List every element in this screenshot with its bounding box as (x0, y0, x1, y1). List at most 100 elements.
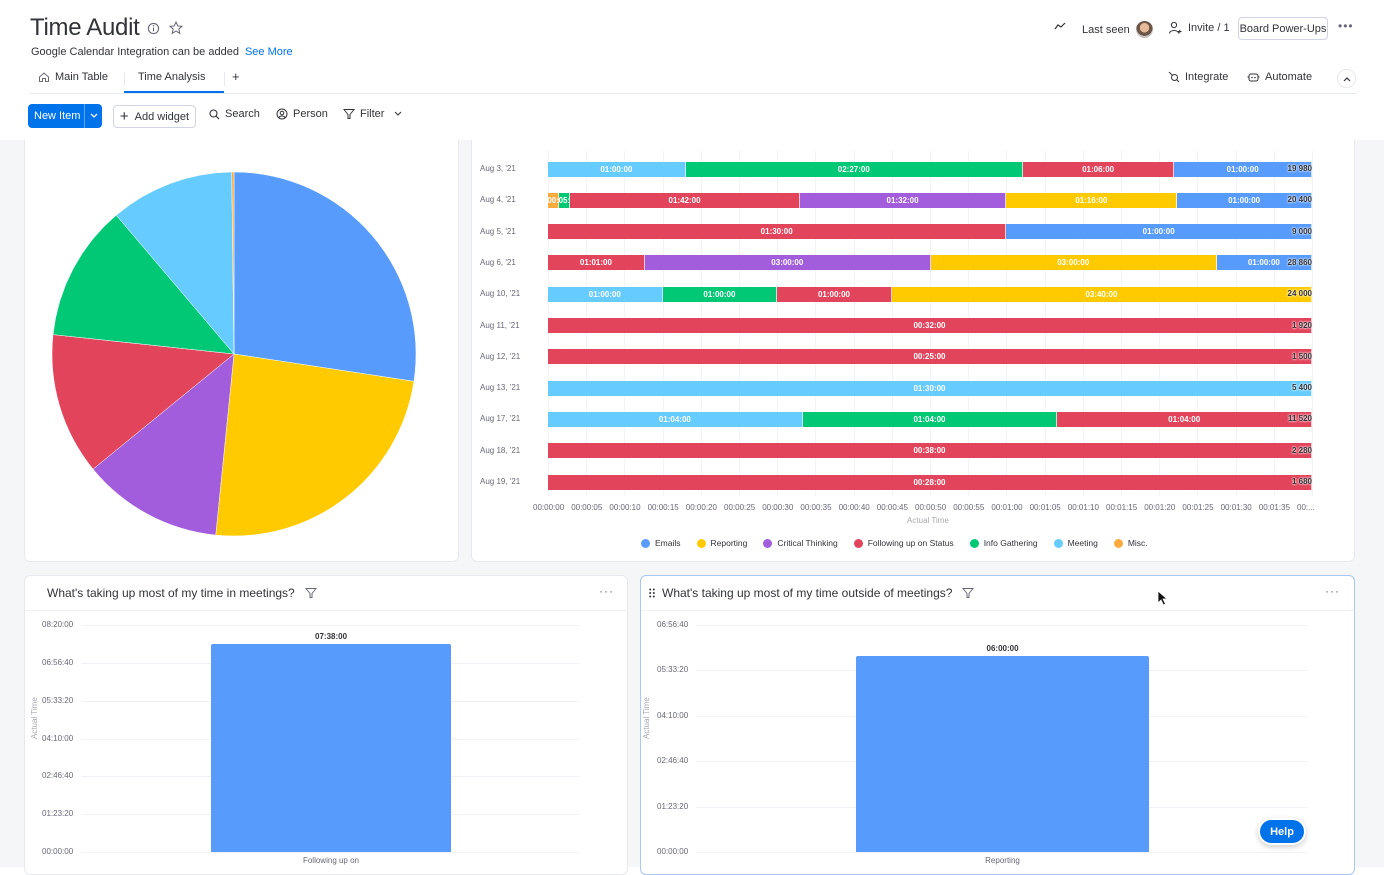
bar-segment[interactable]: 01:16:00 (1006, 192, 1178, 208)
bar-segment[interactable]: 01:04:00 (802, 411, 1058, 427)
bar-segment[interactable]: 01:00:00 (1006, 224, 1312, 240)
row-total-label: 1 680 (1291, 477, 1312, 486)
bar-segment[interactable]: 01:06:00 (1022, 161, 1175, 177)
bar-segment[interactable]: 05: (559, 192, 571, 208)
legend-item[interactable]: Reporting (696, 538, 747, 548)
legend-label: Meeting (1067, 538, 1098, 548)
bar-segment[interactable]: 01:32:00 (799, 192, 1007, 208)
legend-item[interactable]: Info Gathering (969, 538, 1038, 548)
row-date-label: Aug 13, '21 (480, 383, 521, 393)
legend-item[interactable]: Critical Thinking (763, 538, 838, 548)
see-more-link[interactable]: See More (245, 46, 293, 58)
tab-main-table[interactable]: Main Table (38, 71, 108, 83)
bar-segment[interactable]: 01:30:00 (548, 224, 1007, 240)
person-filter-button[interactable]: Person (276, 108, 328, 120)
bar-segment[interactable]: 01:00:00 (777, 286, 892, 302)
bar-segment[interactable]: 01:01:00 (548, 255, 645, 271)
legend-item[interactable]: Meeting (1053, 538, 1098, 548)
last-seen-button[interactable]: Last seen (1082, 21, 1153, 38)
legend-label: Misc. (1127, 538, 1148, 548)
tab-label: Time Analysis (138, 71, 206, 83)
automate-label: Automate (1265, 71, 1313, 83)
new-item-dropdown[interactable] (84, 104, 102, 128)
bar[interactable] (211, 644, 451, 852)
active-tab-indicator (124, 91, 224, 93)
search-button[interactable]: Search (209, 108, 260, 120)
legend-item[interactable]: Emails (641, 538, 681, 548)
legend-item[interactable]: Misc. (1113, 538, 1148, 548)
drag-handle-icon[interactable] (649, 588, 655, 598)
board-toolbar: New Item + Add widget Search Person Filt… (0, 104, 1384, 130)
bar-segment[interactable]: 03:00:00 (644, 255, 931, 271)
bar-segment[interactable]: 01:00:00 (662, 286, 778, 302)
row-date-label: Aug 12, '21 (480, 351, 521, 361)
bar-segment[interactable]: 00:32:00 (548, 318, 1312, 333)
integrate-icon (1168, 71, 1180, 83)
board-powerups-button[interactable]: Board Power-Ups (1238, 17, 1328, 40)
grid-line (82, 625, 580, 626)
bar-segment[interactable]: 01:00:00 (548, 161, 686, 177)
pie-slice-emails[interactable] (233, 171, 417, 382)
bar-segment[interactable]: 00:28:00 (548, 474, 1312, 490)
bar[interactable] (856, 655, 1149, 852)
bar-segment[interactable]: 00:25:00 (548, 349, 1312, 365)
filter-button[interactable]: Filter (343, 108, 405, 120)
board-title[interactable]: Time Audit (30, 14, 140, 42)
bar-segment[interactable]: 02:27:00 (685, 161, 1023, 177)
legend-item[interactable]: Following up on Status (853, 538, 954, 548)
bar-segment[interactable]: 01:00:00 (548, 286, 663, 302)
y-tick-label: 05:33:20 (657, 665, 689, 675)
x-tick-label: 00:01:00 (991, 503, 1023, 512)
grid-line (696, 852, 1308, 853)
row-date-label: Aug 18, '21 (480, 445, 521, 455)
widget-menu-button[interactable]: ··· (1325, 584, 1340, 598)
more-options-button[interactable]: ••• (1338, 19, 1354, 33)
row-total-label: 20 400 (1287, 195, 1312, 205)
widget-divider (25, 610, 627, 611)
pie-slice-reporting[interactable] (215, 353, 415, 537)
activity-icon[interactable] (1054, 21, 1066, 31)
info-icon[interactable] (145, 20, 161, 36)
y-axis-title: Actual Time (642, 696, 651, 739)
integrate-button[interactable]: Integrate (1168, 71, 1228, 83)
new-item-label: New Item (34, 110, 81, 122)
bar-segment[interactable]: 03:40:00 (891, 286, 1312, 302)
pie-chart-widget (24, 128, 459, 562)
board-description: Google Calendar Integration can be added… (31, 46, 293, 58)
invite-button[interactable]: Invite / 1 (1168, 21, 1230, 35)
automate-button[interactable]: Automate (1247, 71, 1312, 83)
legend-dot (696, 538, 706, 548)
person-icon (276, 108, 288, 120)
last-seen-label: Last seen (1082, 23, 1130, 36)
y-tick-label: 00:00:00 (42, 847, 74, 856)
star-icon[interactable] (168, 20, 184, 36)
row-total-label: 1 920 (1291, 320, 1312, 330)
widget-title: What's taking up most of my time in meet… (47, 586, 317, 600)
filter-icon[interactable] (304, 587, 317, 599)
y-tick-label: 06:56:40 (42, 657, 74, 667)
filter-label: Filter (360, 108, 385, 120)
x-tick-label: 00:00:30 (762, 503, 794, 512)
tab-time-analysis[interactable]: Time Analysis (138, 71, 205, 83)
bar-segment[interactable]: 01:30:00 (548, 380, 1312, 396)
new-item-button[interactable]: New Item (28, 104, 102, 128)
bar-segment[interactable]: 01:04:00 (1057, 411, 1312, 427)
row-total-label: 5 400 (1291, 383, 1312, 393)
add-widget-button[interactable]: + Add widget (113, 105, 196, 128)
collapse-header-button[interactable] (1337, 69, 1356, 88)
x-tick-label: 00:00:00 (533, 503, 565, 512)
bar-segment[interactable]: 01:04:00 (548, 411, 803, 427)
help-button[interactable]: Help (1258, 818, 1306, 845)
bar-segment[interactable]: 00: (548, 192, 560, 208)
widget-menu-button[interactable]: ··· (599, 584, 614, 598)
chevron-down-icon[interactable] (391, 110, 405, 118)
filter-icon[interactable] (962, 587, 975, 599)
x-tick-label: 00:00:50 (915, 503, 947, 512)
add-view-button[interactable]: + (232, 69, 240, 84)
legend-dot (763, 538, 773, 548)
plus-icon: + (119, 107, 129, 125)
search-label: Search (225, 108, 260, 120)
bar-segment[interactable]: 00:38:00 (548, 443, 1312, 459)
bar-segment[interactable]: 01:42:00 (570, 192, 800, 208)
bar-segment[interactable]: 03:00:00 (930, 255, 1217, 271)
